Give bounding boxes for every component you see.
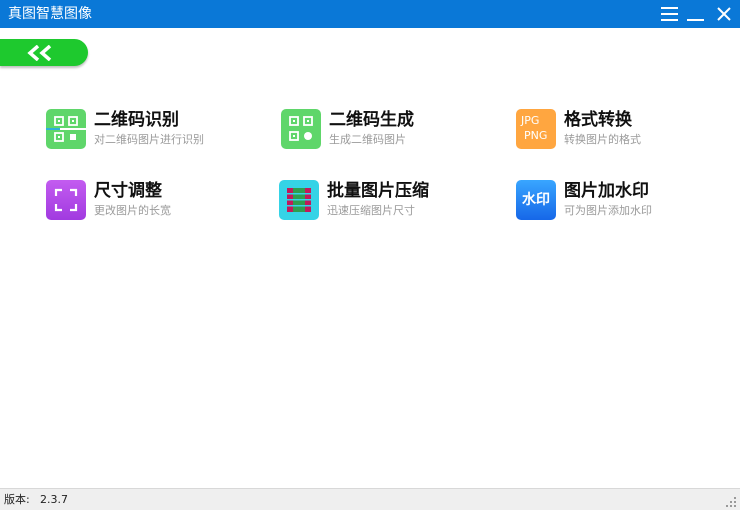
icon-text-watermark: 水印 [522,192,550,208]
tool-qr-recognize[interactable]: 二维码识别 对二维码图片进行识别 [46,109,266,153]
close-icon [717,7,731,21]
tool-desc: 迅速压缩图片尺寸 [327,204,415,217]
tool-format-convert[interactable]: JPG PNG 格式转换 转换图片的格式 [516,109,736,153]
icon-text-png: PNG [524,129,548,142]
back-button[interactable] [0,39,88,66]
qr-scan-icon [46,109,86,149]
tool-name: 格式转换 [564,110,632,130]
version-value: 2.3.7 [40,493,68,506]
resize-grip-icon[interactable] [725,496,737,508]
tool-name: 二维码识别 [94,110,179,130]
tool-qr-generate[interactable]: 二维码生成 生成二维码图片 [281,109,501,153]
watermark-icon: 水印 [516,180,556,220]
tool-desc: 生成二维码图片 [329,133,406,146]
format-convert-icon: JPG PNG [516,109,556,149]
menu-icon [661,7,678,21]
tool-resize[interactable]: 尺寸调整 更改图片的长宽 [46,180,266,224]
menu-button[interactable] [660,4,680,24]
icon-text-jpg: JPG [521,114,540,127]
tool-desc: 可为图片添加水印 [564,204,652,217]
tool-desc: 对二维码图片进行识别 [94,133,204,146]
minimize-icon [687,19,704,21]
minimize-button[interactable] [686,4,706,24]
tool-batch-compress[interactable]: 批量图片压缩 迅速压缩图片尺寸 [279,180,499,224]
tool-desc: 更改图片的长宽 [94,204,171,217]
tool-watermark[interactable]: 水印 图片加水印 可为图片添加水印 [516,180,736,224]
app-title: 真图智慧图像 [8,6,92,22]
qr-code-icon [281,109,321,149]
title-bar: 真图智慧图像 [0,0,740,28]
tool-name: 尺寸调整 [94,181,162,201]
tool-name: 二维码生成 [329,110,414,130]
tool-desc: 转换图片的格式 [564,133,641,146]
status-bar: 版本: 2.3.7 [0,488,740,510]
resize-frame-icon [46,180,86,220]
version-label: 版本: [4,493,30,506]
tool-name: 批量图片压缩 [327,181,429,201]
tool-name: 图片加水印 [564,181,649,201]
double-chevron-left-icon [27,45,52,61]
close-button[interactable] [714,4,734,24]
compress-icon [279,180,319,220]
